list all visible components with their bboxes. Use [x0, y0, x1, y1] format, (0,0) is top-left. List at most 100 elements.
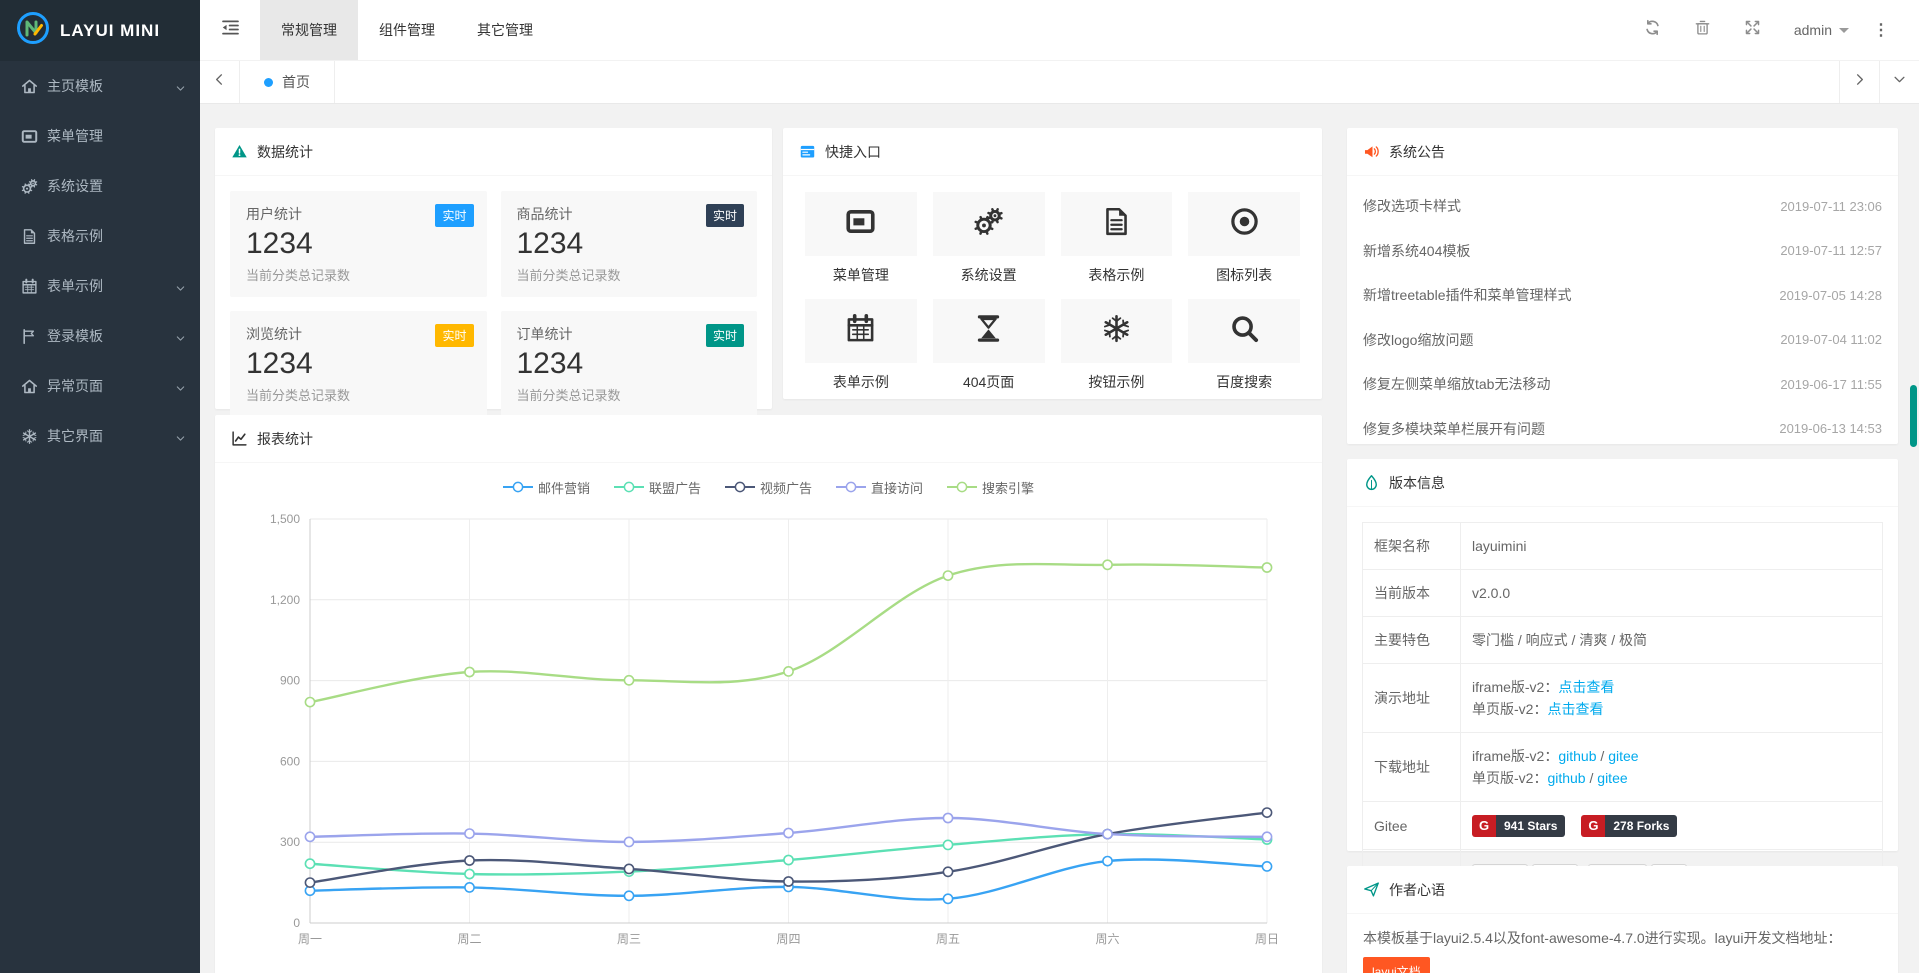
- notice-row[interactable]: 新增treetable插件和菜单管理样式 2019-07-05 14:28: [1363, 273, 1882, 318]
- notice-date: 2019-07-05 14:28: [1779, 288, 1882, 303]
- sidebar-item-home[interactable]: 异常页面: [0, 361, 200, 411]
- svg-text:600: 600: [280, 754, 300, 768]
- user-dropdown[interactable]: admin: [1778, 22, 1865, 38]
- author-card-title: 作者心语: [1389, 880, 1445, 900]
- shortcut-asterisk[interactable]: 按钮示例: [1061, 299, 1173, 392]
- chevron-down-icon: [175, 381, 186, 392]
- legend-item-联盟广告[interactable]: 联盟广告: [614, 478, 701, 497]
- window-icon: [845, 206, 876, 242]
- top-tab-其它管理[interactable]: 其它管理: [456, 0, 554, 60]
- shortcut-hourglass[interactable]: 404页面: [933, 299, 1045, 392]
- version-link-line: 单页版-v2：github / gitee: [1472, 767, 1871, 789]
- realtime-badge: 实时: [706, 324, 744, 347]
- outdent-icon: [220, 17, 241, 43]
- legend-item-直接访问[interactable]: 直接访问: [836, 478, 923, 497]
- username: admin: [1794, 22, 1832, 38]
- tab-home[interactable]: 首页: [240, 61, 335, 103]
- sidebar-item-flag[interactable]: 登录模板: [0, 311, 200, 361]
- refresh-button[interactable]: [1628, 0, 1678, 61]
- leaf-icon: [1363, 474, 1380, 491]
- notice-row[interactable]: 修改logo缩放问题2019-07-04 11:02: [1363, 318, 1882, 363]
- shortcut-label: 表格示例: [1061, 265, 1173, 285]
- notice-row[interactable]: 修复多模块菜单栏展开有问题2019-06-13 14:53: [1363, 407, 1882, 452]
- page-tabbar: 首页: [200, 61, 1919, 104]
- notice-row[interactable]: 修改选项卡样式2019-07-11 23:06: [1363, 184, 1882, 229]
- notice-date: 2019-07-11 23:06: [1780, 199, 1882, 214]
- shortcut-label: 图标列表: [1188, 265, 1300, 285]
- dot-circle-icon: [1229, 206, 1260, 242]
- svg-text:周一: 周一: [298, 932, 322, 946]
- gitee-badge[interactable]: G941 Stars: [1472, 815, 1565, 837]
- sidebar-item-home[interactable]: 主页模板: [0, 61, 200, 111]
- author-card: 作者心语 本模板基于layui2.5.4以及font-awesome-4.7.0…: [1347, 866, 1898, 973]
- trash-icon: [1694, 19, 1711, 41]
- shortcut-calendar[interactable]: 表单示例: [805, 299, 917, 392]
- svg-text:周六: 周六: [1095, 932, 1119, 946]
- legend-item-视频广告[interactable]: 视频广告: [725, 478, 812, 497]
- shortcut-file[interactable]: 表格示例: [1061, 192, 1173, 285]
- shortcut-search[interactable]: 百度搜索: [1188, 299, 1300, 392]
- tab-scroll-right-button[interactable]: [1839, 61, 1879, 103]
- stat-value: 1234: [246, 347, 471, 381]
- notice-text: 新增treetable插件和菜单管理样式: [1363, 285, 1571, 305]
- topbar-actions: admin ⋮: [1628, 0, 1919, 60]
- version-value: layuimini: [1472, 538, 1526, 554]
- sidebar-item-label: 表单示例: [47, 276, 103, 296]
- sidebar-item-calendar[interactable]: 表单示例: [0, 261, 200, 311]
- notice-date: 2019-06-17 11:55: [1780, 377, 1882, 392]
- notice-date: 2019-07-11 12:57: [1780, 243, 1882, 258]
- version-label: Gitee: [1363, 802, 1461, 850]
- top-menu-tabs: 常规管理组件管理其它管理: [260, 0, 554, 60]
- shortcut-gears[interactable]: 系统设置: [933, 192, 1045, 285]
- version-card-title: 版本信息: [1389, 473, 1445, 493]
- scrollbar-track[interactable]: [1908, 104, 1919, 973]
- file-icon: [1101, 206, 1132, 242]
- more-menu-button[interactable]: ⋮: [1865, 20, 1897, 40]
- link-点击查看[interactable]: 点击查看: [1547, 701, 1603, 717]
- fullscreen-button[interactable]: [1728, 0, 1778, 61]
- chevron-down-icon: [1892, 72, 1907, 92]
- logo[interactable]: LAYUI MINI: [0, 0, 200, 61]
- scrollbar-thumb[interactable]: [1910, 385, 1917, 447]
- svg-text:周日: 周日: [1255, 932, 1279, 946]
- notice-row[interactable]: 修复左侧菜单缩放tab无法移动 2019-06-17 11:55: [1363, 362, 1882, 407]
- chart-legend: 邮件营销 联盟广告 视频广告 直接访问 搜索引擎: [215, 477, 1322, 497]
- sidebar-item-gears[interactable]: 系统设置: [0, 161, 200, 211]
- sidebar-item-file[interactable]: 表格示例: [0, 211, 200, 261]
- notice-text: 修复多模块菜单栏展开有问题: [1363, 419, 1545, 439]
- notice-row[interactable]: 新增系统404模板2019-07-11 12:57: [1363, 229, 1882, 274]
- link-github[interactable]: github: [1547, 770, 1585, 786]
- sidebar-item-asterisk[interactable]: 其它界面: [0, 411, 200, 461]
- version-row: 主要特色零门槛 / 响应式 / 清爽 / 极简: [1363, 617, 1883, 664]
- home-icon: [21, 378, 38, 395]
- legend-item-搜索引擎[interactable]: 搜索引擎: [947, 478, 1034, 497]
- link-github[interactable]: github: [1558, 748, 1596, 764]
- clear-cache-button[interactable]: [1678, 0, 1728, 61]
- version-label: 演示地址: [1363, 664, 1461, 733]
- tab-home-label: 首页: [282, 72, 310, 92]
- sidebar-item-window[interactable]: 菜单管理: [0, 111, 200, 161]
- realtime-badge: 实时: [706, 204, 744, 227]
- legend-item-邮件营销[interactable]: 邮件营销: [503, 478, 590, 497]
- version-row: 框架名称layuimini: [1363, 523, 1883, 570]
- layui-logo-icon: [16, 11, 50, 50]
- link-gitee[interactable]: gitee: [1597, 770, 1627, 786]
- layui-doc-badge[interactable]: layui文档: [1363, 957, 1430, 973]
- top-tab-常规管理[interactable]: 常规管理: [260, 0, 358, 60]
- gitee-badge[interactable]: G278 Forks: [1581, 815, 1677, 837]
- shortcut-dot-circle[interactable]: 图标列表: [1188, 192, 1300, 285]
- report-card-title: 报表统计: [257, 429, 313, 449]
- notice-card-title: 系统公告: [1389, 142, 1445, 162]
- top-tab-组件管理[interactable]: 组件管理: [358, 0, 456, 60]
- chevron-down-icon: [175, 81, 186, 92]
- version-value: v2.0.0: [1472, 585, 1510, 601]
- notice-text: 修复左侧菜单缩放tab无法移动: [1363, 374, 1550, 394]
- sidebar-item-label: 主页模板: [47, 76, 103, 96]
- menu-fold-button[interactable]: [200, 0, 260, 60]
- tab-operations-button[interactable]: [1879, 61, 1919, 103]
- shortcut-window[interactable]: 菜单管理: [805, 192, 917, 285]
- tab-scroll-left-button[interactable]: [200, 61, 240, 103]
- link-gitee[interactable]: gitee: [1608, 748, 1638, 764]
- link-点击查看[interactable]: 点击查看: [1558, 679, 1614, 695]
- svg-text:900: 900: [280, 674, 300, 688]
